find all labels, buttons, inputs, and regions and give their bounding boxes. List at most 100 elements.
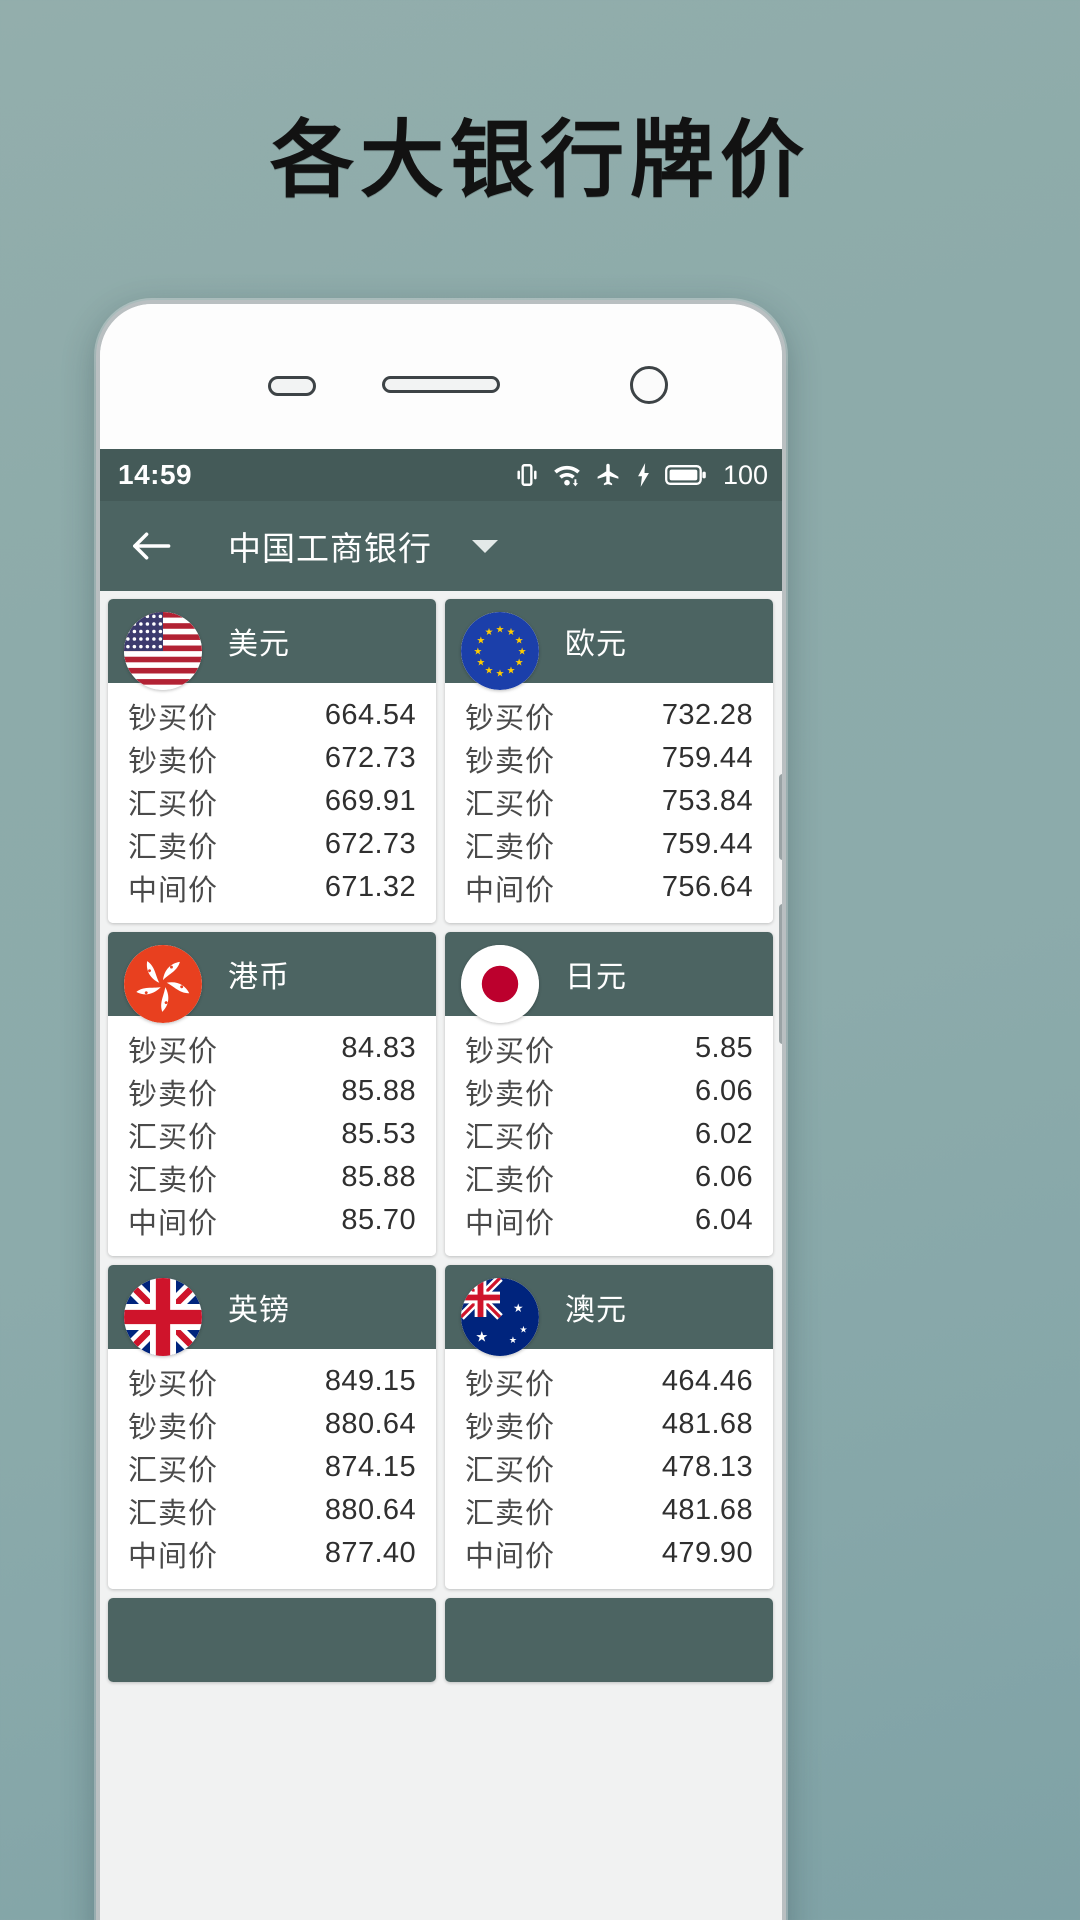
rate-value: 753.84 <box>661 785 753 817</box>
rate-value: 85.88 <box>341 1161 416 1193</box>
currency-name-label: 欧元 <box>565 628 627 661</box>
rate-label: 钞卖价 <box>465 745 556 778</box>
currency-rate-list: 钞买价 5.85 钞卖价 6.06 汇买价 6.02 汇卖价 6.06 中间价 6.04 <box>445 1016 773 1256</box>
phone-top-bezel <box>100 304 782 449</box>
rate-row: 汇买价 6.02 <box>465 1113 753 1156</box>
svg-text:★: ★ <box>513 1302 523 1315</box>
rate-label: 中间价 <box>465 1207 556 1240</box>
rate-row: 钞卖价 759.44 <box>465 737 753 780</box>
status-bar-clock: 14:59 <box>118 459 193 490</box>
app-bar: 中国工商银行 <box>100 501 782 591</box>
rate-value: 664.54 <box>324 699 416 731</box>
rate-row: 汇买价 85.53 <box>128 1113 416 1156</box>
currency-card[interactable]: 港币 钞买价 84.83 钞卖价 85.88 汇买价 85.53 汇卖价 85.88 中间价 85.… <box>108 932 436 1256</box>
sensor-icon <box>630 366 668 404</box>
rate-row: 汇买价 669.91 <box>128 780 416 823</box>
rate-row: 汇卖价 6.06 <box>465 1156 753 1199</box>
rate-label: 中间价 <box>465 1540 556 1573</box>
rate-label: 中间价 <box>128 1207 219 1240</box>
rate-row: 中间价 877.40 <box>128 1532 416 1575</box>
currency-card-header: ★ ★ ★ ★ ★ ★ ★ ★ ★ ★ ★ ★ 欧元 <box>445 599 773 690</box>
rate-value: 85.88 <box>341 1075 416 1107</box>
rate-row: 汇买价 874.15 <box>128 1446 416 1489</box>
currency-rate-list: 钞买价 849.15 钞卖价 880.64 汇买价 874.15 汇卖价 880.64 中间价 8… <box>108 1349 436 1589</box>
svg-text:★: ★ <box>515 657 524 668</box>
rate-label: 中间价 <box>128 1540 219 1573</box>
rate-value: 481.68 <box>661 1408 753 1440</box>
rate-value: 759.44 <box>661 742 753 774</box>
rate-row: 汇卖价 672.73 <box>128 823 416 866</box>
rate-value: 756.64 <box>661 871 753 903</box>
currency-card-header: 港币 <box>108 932 436 1023</box>
rate-row: 钞卖价 481.68 <box>465 1403 753 1446</box>
rate-label: 钞买价 <box>128 702 219 735</box>
rate-value: 877.40 <box>324 1537 416 1569</box>
rate-value: 732.28 <box>661 699 753 731</box>
rate-value: 6.06 <box>694 1161 753 1193</box>
rate-value: 85.70 <box>341 1204 416 1236</box>
svg-text:★: ★ <box>519 1325 527 1335</box>
rate-label: 汇卖价 <box>465 1164 556 1197</box>
front-camera-icon <box>268 376 316 396</box>
svg-text:★: ★ <box>496 668 505 679</box>
rate-value: 880.64 <box>324 1408 416 1440</box>
currency-card-header: 英镑 <box>108 1265 436 1356</box>
currency-card-grid: 美元 钞买价 664.54 钞卖价 672.73 汇买价 669.91 汇卖价 672.73 中间… <box>100 591 782 1920</box>
rate-label: 汇卖价 <box>128 1164 219 1197</box>
rate-label: 中间价 <box>465 874 556 907</box>
rate-label: 汇卖价 <box>465 831 556 864</box>
rate-value: 874.15 <box>324 1451 416 1483</box>
currency-card-header <box>445 1598 773 1682</box>
charging-bolt-icon <box>635 462 652 488</box>
back-arrow-icon[interactable] <box>126 521 176 571</box>
currency-card[interactable]: ★ ★ ★ ★ 澳元 钞买价 464.46 钞卖价 481.68 汇买价 478.13 汇卖价… <box>445 1265 773 1589</box>
rate-label: 汇买价 <box>128 1121 219 1154</box>
rate-row: 钞买价 84.83 <box>128 1027 416 1070</box>
chevron-down-icon[interactable] <box>472 539 498 553</box>
svg-text:★: ★ <box>476 657 485 668</box>
bank-name-title: 中国工商银行 <box>228 530 432 567</box>
rate-label: 汇买价 <box>465 1121 556 1154</box>
rate-value: 759.44 <box>661 828 753 860</box>
rate-label: 汇买价 <box>465 788 556 821</box>
rate-label: 钞买价 <box>465 702 556 735</box>
rate-label: 钞卖价 <box>128 1078 219 1111</box>
currency-card[interactable] <box>108 1598 436 1682</box>
rate-label: 钞卖价 <box>465 1078 556 1111</box>
rate-value: 672.73 <box>324 742 416 774</box>
rate-value: 84.83 <box>341 1032 416 1064</box>
rate-label: 汇买价 <box>128 788 219 821</box>
rate-value: 880.64 <box>324 1494 416 1526</box>
currency-card[interactable]: 日元 钞买价 5.85 钞卖价 6.06 汇买价 6.02 汇卖价 6.06 中间价 6.04 <box>445 932 773 1256</box>
rate-row: 中间价 479.90 <box>465 1532 753 1575</box>
currency-card[interactable]: ★ ★ ★ ★ ★ ★ ★ ★ ★ ★ ★ ★ 欧元钞买价 732.28 钞卖价 759.44 汇买价 753.… <box>445 599 773 923</box>
rate-label: 钞卖价 <box>128 1411 219 1444</box>
rate-row: 钞卖价 85.88 <box>128 1070 416 1113</box>
currency-name-label: 澳元 <box>565 1294 627 1327</box>
battery-percent-label: 100 <box>722 459 768 490</box>
svg-text:★: ★ <box>475 1330 488 1346</box>
eu-flag-icon: ★ ★ ★ ★ ★ ★ ★ ★ ★ ★ ★ ★ <box>461 612 539 690</box>
currency-card[interactable]: 英镑 钞买价 849.15 钞卖价 880.64 汇买价 874.15 汇卖价 880.64 中间… <box>108 1265 436 1589</box>
phone-power-button <box>779 904 782 1044</box>
rate-value: 478.13 <box>661 1451 753 1483</box>
svg-text:★: ★ <box>507 666 516 677</box>
svg-text:★: ★ <box>515 635 524 646</box>
rate-value: 479.90 <box>661 1537 753 1569</box>
rate-value: 669.91 <box>324 785 416 817</box>
au-flag-icon: ★ ★ ★ ★ <box>461 1278 539 1356</box>
rate-row: 钞卖价 6.06 <box>465 1070 753 1113</box>
svg-text:★: ★ <box>496 624 505 635</box>
airplane-mode-icon <box>594 462 622 488</box>
rate-row: 中间价 756.64 <box>465 866 753 909</box>
rate-label: 汇卖价 <box>465 1497 556 1530</box>
rate-row: 汇卖价 85.88 <box>128 1156 416 1199</box>
rate-value: 464.46 <box>661 1365 753 1397</box>
battery-icon <box>664 463 707 487</box>
currency-name-label: 日元 <box>565 961 627 994</box>
currency-card[interactable] <box>445 1598 773 1682</box>
svg-text:★: ★ <box>509 1335 517 1345</box>
currency-card[interactable]: 美元 钞买价 664.54 钞卖价 672.73 汇买价 669.91 汇卖价 672.73 中间… <box>108 599 436 923</box>
currency-name-label: 英镑 <box>228 1294 290 1327</box>
rate-label: 汇买价 <box>465 1454 556 1487</box>
